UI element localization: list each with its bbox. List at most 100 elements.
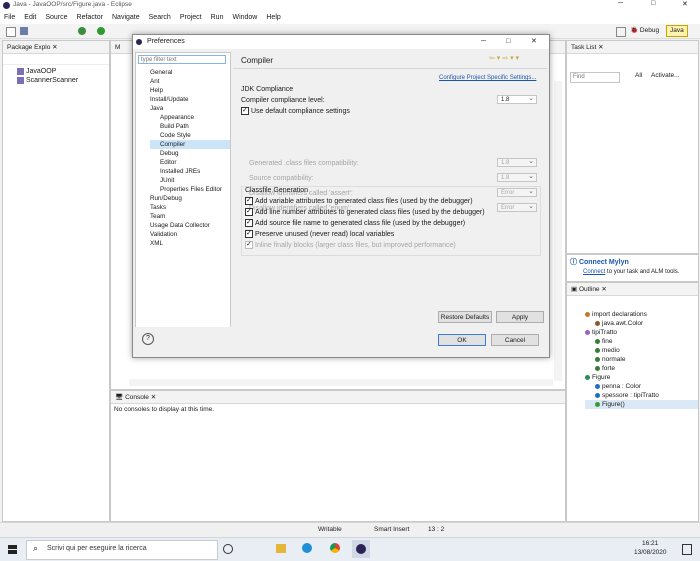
- notification-icon[interactable]: [682, 544, 692, 555]
- restore-defaults-button[interactable]: Restore Defaults: [438, 311, 492, 323]
- menu-item-edit[interactable]: Edit: [24, 14, 36, 21]
- task-activate-link[interactable]: Activate...: [651, 72, 680, 79]
- menu-item-refactor[interactable]: Refactor: [77, 14, 103, 21]
- dialog-close-button[interactable]: ✕: [531, 35, 537, 49]
- classfile-option-checkbox[interactable]: Add source file name to generated class …: [245, 217, 540, 229]
- new-icon[interactable]: [6, 27, 16, 37]
- task-list-tab[interactable]: Task List ✕: [567, 41, 698, 54]
- nav-item[interactable]: Debug: [150, 149, 230, 158]
- debug-perspective-button[interactable]: 🐞 Debug: [630, 26, 659, 36]
- nav-item[interactable]: Help: [150, 86, 230, 95]
- checkbox-icon: [245, 217, 253, 228]
- nav-item[interactable]: Code Style: [150, 131, 230, 140]
- debug-run-icon[interactable]: [78, 27, 86, 35]
- taskbar-search-placeholder: Scrivi qui per eseguire la ricerca: [47, 545, 147, 552]
- taskbar-search-box[interactable]: ⌕ Scrivi qui per eseguire la ricerca: [26, 540, 218, 560]
- classfile-option-checkbox[interactable]: Add variable attributes to generated cla…: [245, 195, 540, 207]
- outline-item[interactable]: forte: [585, 364, 698, 373]
- outline-item[interactable]: java.awt.Color: [585, 319, 698, 328]
- save-icon[interactable]: [20, 27, 28, 35]
- outline-element-icon: [585, 311, 590, 317]
- console-tab[interactable]: 🖥 Console ✕: [111, 391, 565, 404]
- nav-item[interactable]: Install/Update: [150, 95, 230, 104]
- nav-item[interactable]: General: [150, 68, 230, 77]
- filter-input[interactable]: type filter text: [138, 55, 226, 64]
- outline-item[interactable]: normale: [585, 355, 698, 364]
- menu-item-navigate[interactable]: Navigate: [112, 14, 140, 21]
- nav-item[interactable]: Ant: [150, 77, 230, 86]
- classfile-generation-label: Classfile Generation: [245, 187, 309, 194]
- nav-item[interactable]: Run/Debug: [150, 194, 230, 203]
- dialog-maximize-button[interactable]: □: [506, 35, 510, 49]
- nav-item[interactable]: Usage Data Collector: [150, 221, 230, 230]
- outline-item[interactable]: fine: [585, 337, 698, 346]
- menu-item-file[interactable]: File: [4, 14, 15, 21]
- apply-button[interactable]: Apply: [496, 311, 544, 323]
- maximize-button[interactable]: □: [651, 0, 655, 7]
- project-icon: [17, 76, 24, 84]
- close-button[interactable]: ✕: [682, 0, 688, 8]
- classfile-option-checkbox[interactable]: Preserve unused (never read) local varia…: [245, 228, 540, 240]
- outline-item[interactable]: Figure: [585, 373, 698, 382]
- menu-item-run[interactable]: Run: [211, 14, 224, 21]
- outline-element-icon: [585, 374, 590, 380]
- task-all-filter[interactable]: All: [635, 72, 642, 79]
- nav-item[interactable]: Installed JREs: [150, 167, 230, 176]
- outline-item[interactable]: medio: [585, 346, 698, 355]
- project-icon: [17, 67, 24, 75]
- mylyn-connect-link[interactable]: Connect: [583, 269, 605, 275]
- dialog-minimize-button[interactable]: ─: [481, 35, 486, 49]
- ok-button[interactable]: OK: [438, 334, 486, 346]
- task-view-icon[interactable]: [223, 544, 233, 554]
- checkbox-icon: [245, 228, 253, 239]
- outline-item[interactable]: tipiTratto: [585, 328, 698, 337]
- task-find-input[interactable]: Find: [570, 72, 620, 83]
- outline-item[interactable]: penna : Color: [585, 382, 698, 391]
- task-list-panel: Task List ✕ Find All Activate...: [566, 40, 699, 254]
- nav-item[interactable]: Team: [150, 212, 230, 221]
- outline-item[interactable]: spessore : tipiTratto: [585, 391, 698, 400]
- back-icon[interactable]: ⇦ ▾ ⇨ ▾ ▾: [489, 54, 519, 62]
- quick-access-icon[interactable]: [616, 27, 626, 37]
- use-default-compliance-checkbox[interactable]: Use default compliance settings: [241, 105, 541, 117]
- java-perspective-button[interactable]: Java: [666, 25, 688, 37]
- nav-item[interactable]: Build Path: [150, 122, 230, 131]
- chrome-icon[interactable]: [330, 543, 340, 553]
- nav-item[interactable]: Properties Files Editor: [150, 185, 230, 194]
- run-icon[interactable]: [97, 27, 105, 35]
- compliance-level-select[interactable]: 1.8: [497, 94, 537, 104]
- outline-item[interactable]: Figure(): [585, 400, 698, 409]
- explorer-icon[interactable]: [276, 544, 286, 553]
- tree-item-project[interactable]: ScannerScanner: [17, 76, 109, 85]
- nav-item[interactable]: Tasks: [150, 203, 230, 212]
- menu-item-help[interactable]: Help: [266, 14, 280, 21]
- outline-tab[interactable]: ▣ Outline ✕: [567, 283, 698, 296]
- search-icon: ⌕: [33, 543, 39, 553]
- outline-element-icon: [595, 356, 600, 362]
- help-icon[interactable]: ?: [142, 333, 154, 345]
- start-icon[interactable]: [8, 545, 17, 554]
- menu-item-search[interactable]: Search: [149, 14, 171, 21]
- editor-scrollbar[interactable]: [554, 81, 562, 381]
- edge-icon[interactable]: [302, 543, 312, 553]
- editor-hscrollbar[interactable]: [129, 379, 553, 386]
- nav-item[interactable]: Appearance: [150, 113, 230, 122]
- package-explorer-tab[interactable]: Package Explo ✕: [3, 41, 109, 54]
- cancel-button[interactable]: Cancel: [491, 334, 539, 346]
- tree-item-project[interactable]: JavaOOP: [17, 67, 109, 76]
- menu-item-window[interactable]: Window: [232, 14, 257, 21]
- nav-item[interactable]: Editor: [150, 158, 230, 167]
- nav-item[interactable]: XML: [150, 239, 230, 248]
- menu-item-source[interactable]: Source: [45, 14, 67, 21]
- nav-item[interactable]: Java: [150, 104, 230, 113]
- eclipse-taskbar-icon[interactable]: [352, 540, 370, 558]
- nav-item[interactable]: Compiler: [150, 140, 230, 149]
- classfile-option-checkbox[interactable]: Add line number attributes to generated …: [245, 206, 540, 218]
- minimize-button[interactable]: ─: [618, 0, 623, 7]
- dialog-titlebar: Preferences ─ □ ✕: [133, 35, 549, 49]
- outline-item[interactable]: import declarations: [585, 310, 698, 319]
- menu-item-project[interactable]: Project: [180, 14, 202, 21]
- configure-project-settings-link[interactable]: Configure Project Specific Settings...: [439, 75, 536, 81]
- nav-item[interactable]: Validation: [150, 230, 230, 239]
- nav-item[interactable]: JUnit: [150, 176, 230, 185]
